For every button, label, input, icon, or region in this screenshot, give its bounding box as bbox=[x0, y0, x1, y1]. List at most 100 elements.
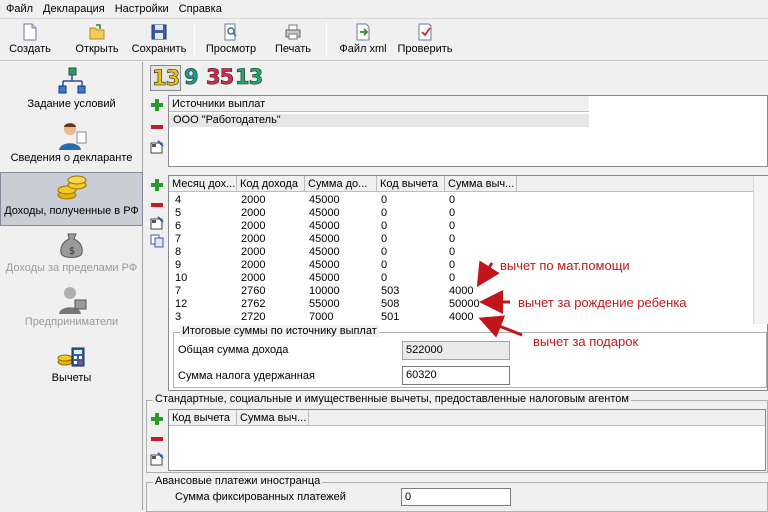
tax-withheld-field[interactable]: 60320 bbox=[402, 366, 510, 385]
copy-icon[interactable] bbox=[150, 234, 164, 248]
income-cell: 45000 bbox=[309, 207, 340, 219]
sidebar-item-declarant[interactable]: Сведения о декларанте bbox=[0, 120, 143, 172]
income-cell: 6 bbox=[175, 220, 182, 232]
income-row[interactable]: 4 2000 45000 0 0 bbox=[169, 194, 753, 207]
col-income-code[interactable]: Код дохода bbox=[237, 176, 305, 192]
remove-icon[interactable] bbox=[150, 198, 164, 212]
income-cell: 45000 bbox=[309, 246, 340, 258]
arrow-gift bbox=[478, 315, 523, 338]
fixed-payments-field[interactable]: 0 bbox=[401, 488, 511, 506]
edit-properties-icon[interactable] bbox=[150, 452, 164, 466]
sources-table: Источники выплат ООО "Работодатель" bbox=[168, 95, 768, 167]
income-row[interactable]: 5 2000 45000 0 0 bbox=[169, 207, 753, 220]
income-cell: 55000 bbox=[309, 298, 340, 310]
xml-file-button[interactable]: Файл xml bbox=[336, 21, 390, 59]
income-cell: 10 bbox=[175, 272, 188, 284]
income-cell: 0 bbox=[449, 259, 456, 271]
edit-properties-icon[interactable] bbox=[150, 216, 164, 230]
income-cell: 0 bbox=[381, 259, 388, 271]
preview-button[interactable]: Просмотр bbox=[202, 21, 260, 59]
save-button[interactable]: Сохранить bbox=[130, 21, 188, 59]
menu-file[interactable]: Файл bbox=[0, 0, 37, 15]
toolbar-separator bbox=[326, 22, 327, 57]
scrollbar[interactable] bbox=[753, 176, 768, 324]
create-button[interactable]: Создать bbox=[8, 21, 52, 59]
open-button[interactable]: Открыть bbox=[72, 21, 122, 59]
col-deduction-code[interactable]: Код вычета bbox=[377, 176, 445, 192]
income-cell: 2000 bbox=[241, 194, 266, 206]
year-tab-2013[interactable]: 13 bbox=[150, 65, 182, 91]
income-actions bbox=[148, 176, 166, 256]
total-income-field[interactable]: 522000 bbox=[402, 341, 510, 360]
income-row[interactable]: 7 2000 45000 0 0 bbox=[169, 233, 753, 246]
income-cell: 2000 bbox=[241, 233, 266, 245]
col-income-amount[interactable]: Сумма до... bbox=[305, 176, 377, 192]
print-button[interactable]: Печать bbox=[270, 21, 316, 59]
year-tab-2013-alt[interactable]: 13 bbox=[235, 65, 264, 90]
income-cell: 45000 bbox=[309, 233, 340, 245]
income-cell: 2000 bbox=[241, 259, 266, 271]
income-cell: 0 bbox=[449, 207, 456, 219]
menu-settings[interactable]: Настройки bbox=[109, 0, 173, 15]
income-cell: 2760 bbox=[241, 285, 266, 297]
check-document-icon bbox=[418, 23, 432, 41]
sources-header: Источники выплат bbox=[172, 98, 266, 110]
income-cell: 9 bbox=[175, 259, 182, 271]
add-icon[interactable] bbox=[150, 178, 164, 192]
advance-payments-title: Авансовые платежи иностранца bbox=[153, 475, 323, 487]
year-tab-2009[interactable]: 9 bbox=[184, 65, 199, 90]
total-income-label: Общая сумма дохода bbox=[178, 344, 289, 356]
year-tab-2035[interactable]: 35 bbox=[206, 65, 235, 90]
col-income-month[interactable]: Месяц дох... bbox=[169, 176, 237, 192]
income-cell: 7 bbox=[175, 233, 182, 245]
income-cell: 8 bbox=[175, 246, 182, 258]
xml-export-icon bbox=[356, 23, 370, 41]
income-cell: 2000 bbox=[241, 246, 266, 258]
income-cell: 503 bbox=[381, 285, 400, 297]
check-button[interactable]: Проверить bbox=[396, 21, 454, 59]
source-row[interactable]: ООО "Работодатель" bbox=[169, 114, 589, 127]
year-selector: 13 9 35 13 bbox=[146, 63, 768, 93]
add-icon[interactable] bbox=[150, 412, 164, 426]
coins-icon bbox=[57, 175, 86, 200]
remove-icon[interactable] bbox=[150, 120, 164, 134]
sidebar-item-deductions[interactable]: Вычеты bbox=[0, 340, 143, 392]
remove-icon[interactable] bbox=[150, 432, 164, 446]
income-cell: 45000 bbox=[309, 272, 340, 284]
income-cell: 0 bbox=[449, 246, 456, 258]
menu-declaration[interactable]: Декларация bbox=[37, 0, 109, 15]
arrow-matpomosh bbox=[476, 260, 500, 288]
income-cell: 45000 bbox=[309, 194, 340, 206]
preview-icon bbox=[224, 23, 237, 41]
money-bag-icon: $ bbox=[59, 233, 83, 258]
sidebar-item-conditions[interactable]: Задание условий bbox=[0, 66, 143, 118]
totals-group: Итоговые суммы по источнику выплат Общая… bbox=[173, 325, 767, 388]
floppy-disk-icon bbox=[151, 24, 167, 40]
menu-bar: Файл Декларация Настройки Справка bbox=[0, 0, 768, 19]
sidebar: Задание условий Сведения о декларанте До… bbox=[0, 62, 143, 510]
income-cell: 0 bbox=[381, 246, 388, 258]
sidebar-item-entrepreneurs[interactable]: Предприниматели bbox=[0, 284, 143, 336]
income-cell: 0 bbox=[449, 233, 456, 245]
std-deductions-table: Код вычета Сумма выч... bbox=[168, 409, 766, 471]
col-deduction-amount[interactable]: Сумма выч... bbox=[445, 176, 517, 192]
income-row[interactable]: 6 2000 45000 0 0 bbox=[169, 220, 753, 233]
col-std-amount[interactable]: Сумма выч... bbox=[237, 410, 309, 426]
income-cell: 5 bbox=[175, 207, 182, 219]
income-cell: 3 bbox=[175, 311, 182, 323]
edit-properties-icon[interactable] bbox=[150, 140, 164, 154]
new-document-icon bbox=[23, 23, 37, 41]
income-cell: 0 bbox=[381, 272, 388, 284]
businessman-icon bbox=[58, 287, 86, 314]
income-cell: 2762 bbox=[241, 298, 266, 310]
sidebar-item-income-rf[interactable]: Доходы, полученные в РФ bbox=[0, 172, 143, 226]
person-icon bbox=[58, 123, 86, 150]
svg-text:$: $ bbox=[68, 246, 74, 257]
menu-help[interactable]: Справка bbox=[173, 0, 226, 15]
income-cell: 2000 bbox=[241, 272, 266, 284]
sidebar-item-income-abroad[interactable]: $ Доходы за пределами РФ bbox=[0, 230, 143, 282]
hierarchy-icon bbox=[58, 67, 85, 94]
col-std-code[interactable]: Код вычета bbox=[169, 410, 237, 426]
add-icon[interactable] bbox=[150, 98, 164, 112]
income-cell: 0 bbox=[449, 194, 456, 206]
